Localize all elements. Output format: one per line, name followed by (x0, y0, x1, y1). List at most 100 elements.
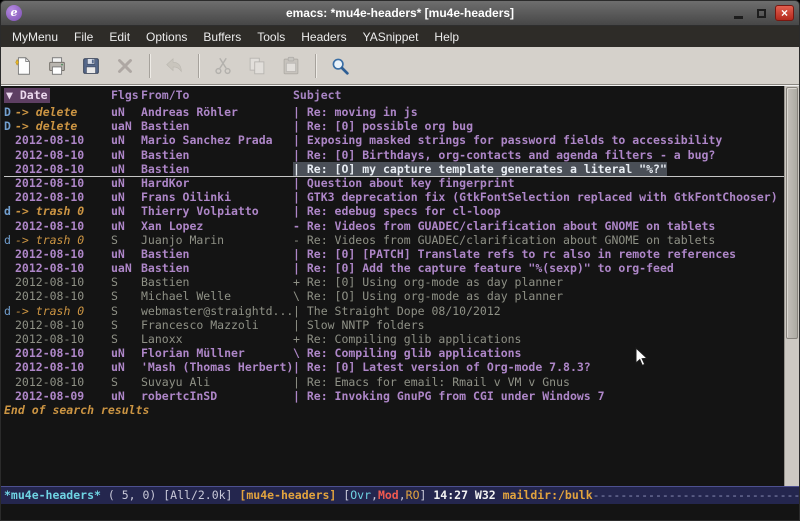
toolbar-cut-button[interactable] (207, 52, 239, 80)
message-row[interactable]: D-> deleteuNAndreas Röhler| Re: moving i… (4, 105, 784, 119)
from-cell: robertcInSD (141, 389, 293, 403)
toolbar-separator (315, 54, 316, 78)
message-row[interactable]: 2012-08-10SBastien+ Re: [0] Using org-mo… (4, 275, 784, 289)
menu-item-file[interactable]: File (66, 28, 101, 46)
mode-line-segment: ] (420, 488, 434, 502)
menu-item-options[interactable]: Options (138, 28, 195, 46)
toolbar-copy-button[interactable] (241, 52, 273, 80)
close-button[interactable]: × (775, 5, 794, 21)
menu-item-edit[interactable]: Edit (101, 28, 138, 46)
mode-line-segment: , (399, 488, 406, 502)
column-header-flags[interactable]: Flgs (111, 88, 141, 103)
date-cell: 2012-08-09 (15, 389, 111, 403)
subject-cell: | Re: [0] Birthdays, org-contacts and ag… (293, 148, 784, 162)
from-cell: Bastien (141, 119, 293, 133)
mark-cell (4, 133, 15, 147)
message-row[interactable]: 2012-08-10uNFlorian Müllner\ Re: Compili… (4, 346, 784, 360)
mark-cell (4, 148, 15, 162)
menu-item-headers[interactable]: Headers (293, 28, 354, 46)
column-header-subject[interactable]: Subject (293, 88, 784, 103)
date-cell: 2012-08-10 (15, 148, 111, 162)
subject-cell: - Re: Videos from GUADEC/clarification a… (293, 233, 784, 247)
message-row[interactable]: 2012-08-10SFrancesco Mazzoli| Slow NNTP … (4, 318, 784, 332)
flags-cell: uN (111, 219, 141, 233)
message-row[interactable]: d-> trash 0uNThierry Volpiatto| Re: edeb… (4, 204, 784, 218)
toolbar-print-button[interactable] (41, 52, 73, 80)
message-row[interactable]: 2012-08-10uNHardKor| Question about key … (4, 176, 784, 190)
subject-cell: | Re: [0] Latest version of Org-mode 7.8… (293, 360, 784, 374)
end-of-results: End of search results (4, 403, 784, 417)
date-cell: -> delete (15, 119, 111, 133)
message-row[interactable]: 2012-08-10uNBastien| Re: [O] my capture … (4, 162, 784, 176)
mode-line-segment: , (371, 488, 378, 502)
minimize-button[interactable] (729, 5, 748, 21)
message-row[interactable]: D-> deleteuaNBastien| Re: [0] possible o… (4, 119, 784, 133)
scrollbar[interactable] (784, 86, 799, 486)
date-cell: 2012-08-10 (15, 346, 111, 360)
message-row[interactable]: 2012-08-10uNXan Lopez- Re: Videos from G… (4, 219, 784, 233)
from-cell: Frans Oilinki (141, 190, 293, 204)
date-cell: 2012-08-10 (15, 360, 111, 374)
flags-cell: uN (111, 148, 141, 162)
from-cell: webmaster@straightd... (141, 304, 293, 318)
date-cell: 2012-08-10 (15, 261, 111, 275)
mark-cell: D (4, 105, 15, 119)
buffer-area: ▼ DateFlgsFrom/ToSubject D-> deleteuNAnd… (1, 85, 799, 486)
from-cell: Xan Lopez (141, 219, 293, 233)
subject-cell: | The Straight Dope 08/10/2012 (293, 304, 784, 318)
flags-cell: S (111, 304, 141, 318)
titlebar: e emacs: *mu4e-headers* [mu4e-headers] × (1, 1, 799, 26)
maximize-button[interactable] (752, 5, 771, 21)
menu-item-help[interactable]: Help (426, 28, 467, 46)
toolbar-new-file-button[interactable] (7, 52, 39, 80)
menu-item-tools[interactable]: Tools (249, 28, 293, 46)
message-row[interactable]: d-> trash 0SJuanjo Marin- Re: Videos fro… (4, 233, 784, 247)
column-header-date[interactable]: ▼ Date (4, 88, 111, 103)
date-cell: 2012-08-10 (15, 318, 111, 332)
message-row[interactable]: 2012-08-10SMichael Welle\ Re: [O] Using … (4, 289, 784, 303)
subject-cell: + Re: Compiling glib applications (293, 332, 784, 346)
mode-line-segment: 14:27 W32 (433, 488, 502, 502)
subject-cell: | Re: moving in js (293, 105, 784, 119)
subject-cell: + Re: [0] Using org-mode as day planner (293, 275, 784, 289)
toolbar-delete-button[interactable] (109, 52, 141, 80)
message-row[interactable]: d-> trash 0Swebmaster@straightd...| The … (4, 304, 784, 318)
toolbar-save-button[interactable] (75, 52, 107, 80)
flags-cell: uN (111, 105, 141, 119)
mu4e-headers-buffer[interactable]: ▼ DateFlgsFrom/ToSubject D-> deleteuNAnd… (1, 86, 784, 486)
mark-cell (4, 190, 15, 204)
mode-line-segment: ( 5, 0) [All/2.0k] (101, 488, 239, 502)
message-row[interactable]: 2012-08-10SSuvayu Ali| Re: Emacs for ema… (4, 375, 784, 389)
message-row[interactable]: 2012-08-10uN'Mash (Thomas Herbert)| Re: … (4, 360, 784, 374)
menu-item-mymenu[interactable]: MyMenu (4, 28, 66, 46)
column-header-from[interactable]: From/To (141, 88, 293, 103)
message-row[interactable]: 2012-08-10uaNBastien| Re: [0] Add the ca… (4, 261, 784, 275)
date-cell: -> trash 0 (15, 304, 111, 318)
message-row[interactable]: 2012-08-10SLanoxx+ Re: Compiling glib ap… (4, 332, 784, 346)
cut-icon (212, 55, 234, 77)
date-cell: 2012-08-10 (15, 219, 111, 233)
from-cell: 'Mash (Thomas Herbert) (141, 360, 293, 374)
menu-item-buffers[interactable]: Buffers (195, 28, 249, 46)
menu-item-yasnippet[interactable]: YASnippet (355, 28, 427, 46)
flags-cell: uaN (111, 261, 141, 275)
from-cell: HardKor (141, 176, 293, 190)
search-icon (329, 55, 351, 77)
message-row[interactable]: 2012-08-10uNBastien| Re: [0] [PATCH] Tra… (4, 247, 784, 261)
flags-cell: S (111, 375, 141, 389)
toolbar-paste-button[interactable] (275, 52, 307, 80)
minibuffer[interactable] (1, 504, 799, 520)
print-icon (46, 55, 68, 77)
message-row[interactable]: 2012-08-09uNrobertcInSD| Re: Invoking Gn… (4, 389, 784, 403)
message-row[interactable]: 2012-08-10uNBastien| Re: [0] Birthdays, … (4, 148, 784, 162)
message-row[interactable]: 2012-08-10uNFrans Oilinki| GTK3 deprecat… (4, 190, 784, 204)
window-controls: × (729, 5, 794, 21)
mouse-cursor (635, 347, 649, 367)
subject-cell: | Re: Invoking GnuPG from CGI under Wind… (293, 389, 784, 403)
message-row[interactable]: 2012-08-10uNMario Sanchez Prada| Exposin… (4, 133, 784, 147)
toolbar-search-button[interactable] (324, 52, 356, 80)
scrollbar-thumb[interactable] (786, 87, 798, 339)
subject-cell: | Question about key fingerprint (293, 176, 784, 190)
toolbar-undo-button[interactable] (158, 52, 190, 80)
headers-row: ▼ DateFlgsFrom/ToSubject (4, 88, 784, 103)
